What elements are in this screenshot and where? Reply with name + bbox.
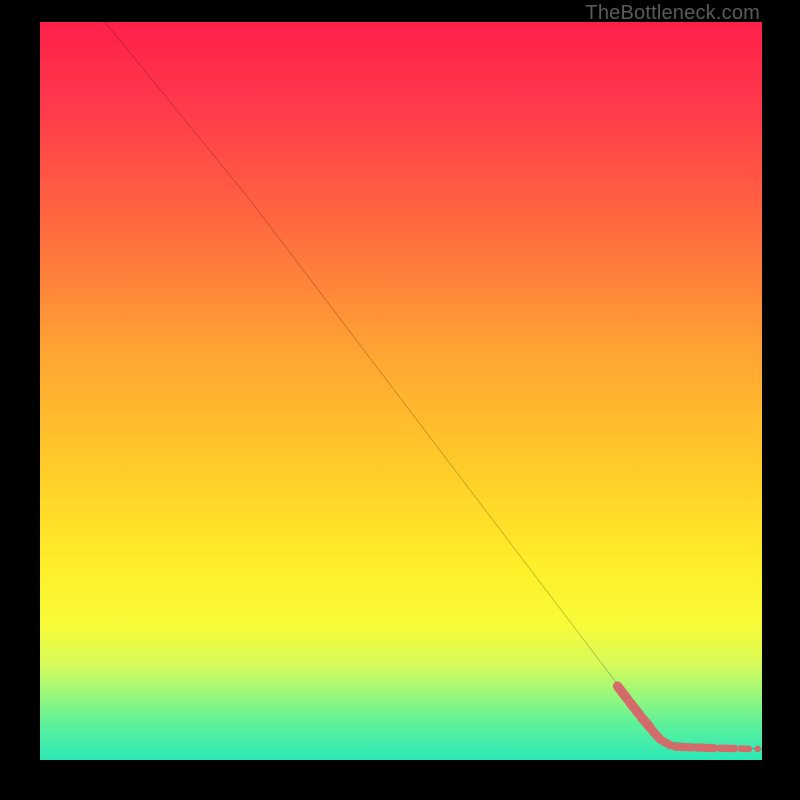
curve-path	[105, 22, 762, 749]
plot-area	[40, 22, 762, 760]
tail-dash	[630, 702, 639, 714]
tail-dash	[618, 686, 628, 699]
tail-dash	[652, 730, 660, 739]
chart-frame: TheBottleneck.com	[0, 0, 800, 800]
chart-svg	[40, 22, 762, 760]
tail-end-dot	[754, 746, 760, 753]
tail-dash	[662, 741, 670, 745]
tail-dash	[641, 717, 650, 727]
dotted-tail-group	[618, 686, 761, 752]
tail-dash	[675, 747, 692, 748]
tail-dash	[697, 747, 714, 748]
